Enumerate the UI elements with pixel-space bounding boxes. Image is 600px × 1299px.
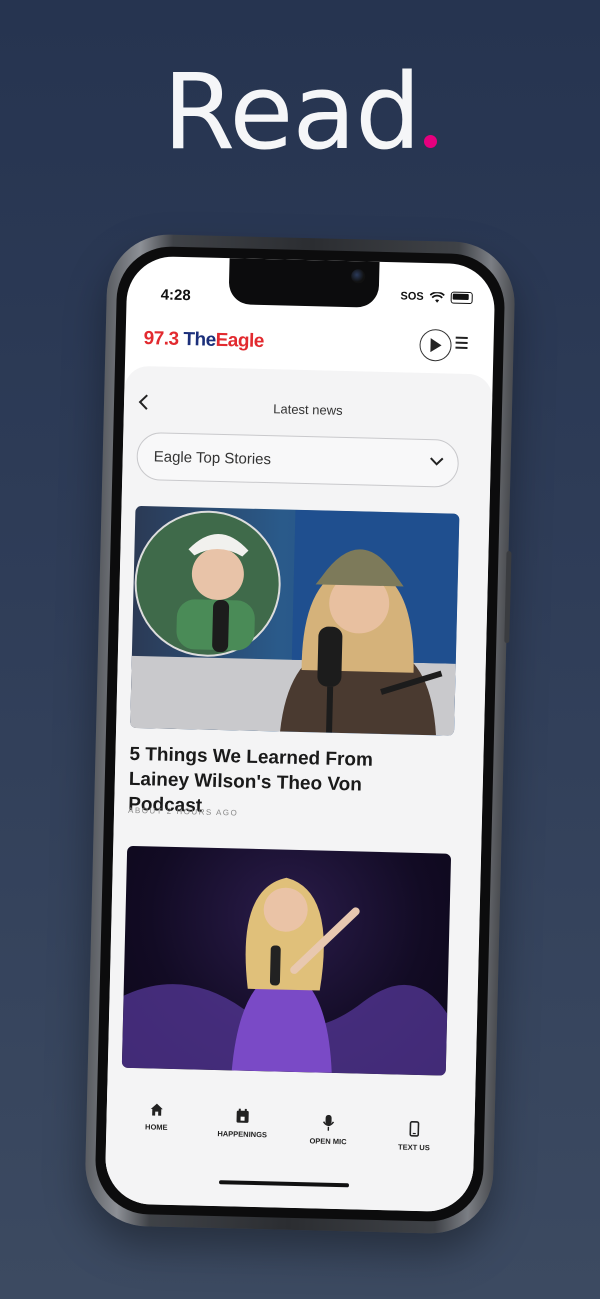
accent-dot [424,135,438,148]
camera-notch [228,258,380,308]
station-logo[interactable]: 97.3 TheEagle [143,328,264,353]
story-image-2[interactable] [121,845,452,1076]
play-icon [430,338,442,353]
logo-name: Eagle [215,329,265,352]
category-select[interactable]: Eagle Top Stories [136,431,460,488]
battery-icon [450,291,473,305]
logo-number: 97.3 [143,328,179,350]
home-icon [150,1103,163,1116]
app-screen: 4:28 SOS 97.3 TheEagle Latest news Eagle… [104,255,496,1213]
wifi-icon [429,291,445,303]
tab-bar: HOME HAPPENINGS OPEN MIC TEXT US [104,1085,476,1213]
podcast-photo [130,509,460,736]
calendar-icon [236,1108,249,1123]
tab-happenings-label: HAPPENINGS [217,1129,268,1140]
concert-photo [121,877,448,1076]
tab-text-us[interactable]: TEXT US [374,1120,455,1153]
microphone-icon [322,1114,335,1131]
tab-text-us-label: TEXT US [397,1142,430,1153]
tab-open-mic-label: OPEN MIC [309,1136,347,1147]
promo-headline: Read [0,52,600,172]
story-image[interactable] [130,505,460,736]
news-sheet: Latest news Eagle Top Stories 5 Things W… [106,365,493,1135]
play-button[interactable] [419,328,452,362]
tab-home-label: HOME [144,1122,168,1132]
chevron-down-icon [430,457,444,466]
page-title: Latest news [273,401,343,418]
tab-open-mic[interactable]: OPEN MIC [288,1114,369,1147]
tab-happenings[interactable]: HAPPENINGS [202,1108,283,1140]
carrier-label: SOS [400,290,424,303]
status-time: 4:28 [160,286,191,305]
category-select-value: Eagle Top Stories [153,448,272,469]
status-indicators: SOS [400,290,473,305]
camera-icon [351,269,366,284]
phone-side-button [504,550,512,644]
menu-button[interactable] [455,336,468,352]
promo-headline-text: Read [162,51,421,173]
logo-the: The [183,329,216,351]
phone-icon [409,1121,420,1137]
phone-mockup: 4:28 SOS 97.3 TheEagle Latest news Eagle… [83,233,517,1235]
tab-home[interactable]: HOME [116,1102,197,1133]
